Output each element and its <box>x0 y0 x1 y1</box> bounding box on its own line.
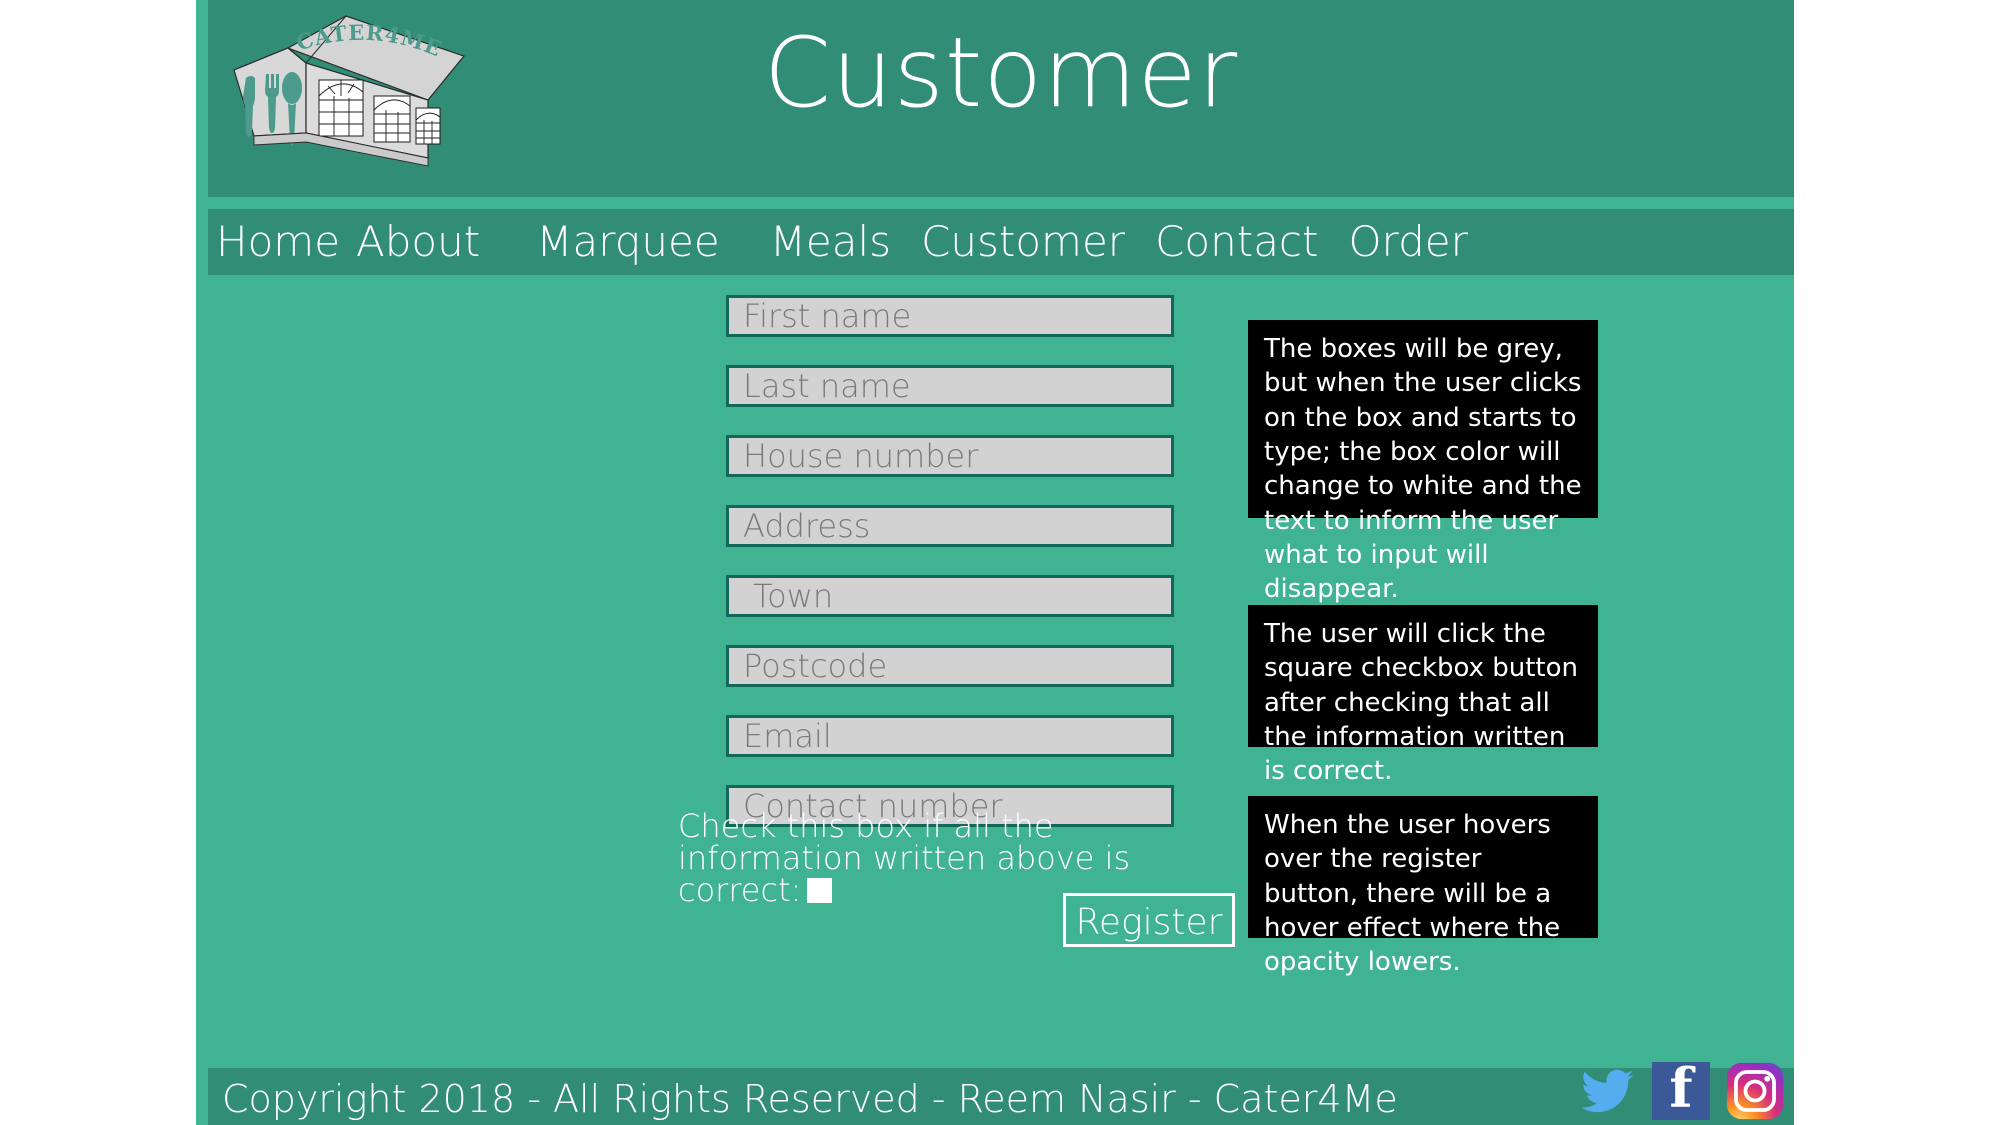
email-input[interactable] <box>726 715 1174 757</box>
site-header: CATER4ME Customer <box>208 0 1794 197</box>
main-content: Check this box if all the information wr… <box>208 275 1794 1065</box>
facebook-f-glyph <box>1652 1062 1710 1120</box>
main-navigation: Home About Marquee Meals Customer Contac… <box>208 209 1794 275</box>
nav-item-order[interactable]: Order <box>1348 221 1467 263</box>
twitter-bird-glyph <box>1581 1069 1634 1113</box>
postcode-input[interactable] <box>726 645 1174 687</box>
nav-item-contact[interactable]: Contact <box>1155 221 1318 263</box>
instagram-camera-glyph <box>1726 1062 1784 1120</box>
facebook-icon[interactable] <box>1652 1062 1710 1120</box>
page-title: Customer <box>763 17 1239 129</box>
annotation-note-fields: The boxes will be grey, but when the use… <box>1248 320 1598 604</box>
twitter-icon[interactable] <box>1578 1062 1636 1120</box>
town-input[interactable] <box>726 575 1174 617</box>
last-name-input[interactable] <box>726 365 1174 407</box>
register-button[interactable]: Register <box>1063 893 1235 947</box>
site-footer: Copyright 2018 - All Rights Reserved - R… <box>208 1062 1794 1125</box>
first-name-input[interactable] <box>726 295 1174 337</box>
header-nav-gap <box>208 197 1794 209</box>
confirm-checkbox-row: Check this box if all the information wr… <box>678 810 1238 906</box>
social-links <box>1578 1062 1784 1120</box>
nav-item-about[interactable]: About <box>356 221 480 263</box>
customer-registration-form <box>726 295 1186 855</box>
annotation-note-checkbox: The user will click the square checkbox … <box>1248 605 1598 786</box>
instagram-icon[interactable] <box>1726 1062 1784 1120</box>
nav-item-customer[interactable]: Customer <box>921 221 1125 263</box>
confirm-checkbox[interactable] <box>807 878 833 903</box>
nav-item-meals[interactable]: Meals <box>770 221 891 263</box>
browser-page: CATER4ME Customer Home About Marquee Mea… <box>0 0 2001 1125</box>
copyright-text: Copyright 2018 - All Rights Reserved - R… <box>222 1077 1398 1121</box>
address-input[interactable] <box>726 505 1174 547</box>
nav-item-home[interactable]: Home <box>216 221 340 263</box>
nav-item-marquee[interactable]: Marquee <box>536 221 719 263</box>
house-number-input[interactable] <box>726 435 1174 477</box>
annotation-note-register-hover: When the user hovers over the register b… <box>1248 796 1598 977</box>
